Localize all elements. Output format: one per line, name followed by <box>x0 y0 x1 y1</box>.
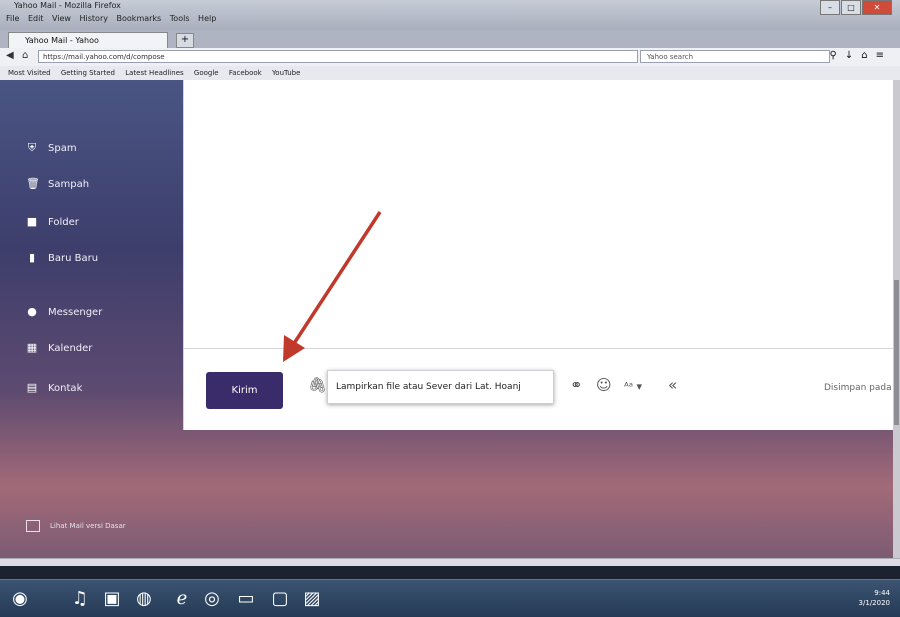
sidebar-item-baru[interactable]: ▮ Baru Baru <box>26 252 98 264</box>
url-bar[interactable]: https://mail.yahoo.com/d/compose <box>38 50 638 63</box>
sidebar-item-label: Sampah <box>48 178 90 190</box>
back-icon[interactable]: ◀ <box>6 50 14 61</box>
link-icon[interactable]: ⚭ <box>570 376 583 394</box>
sidebar-item-label: Baru Baru <box>48 252 99 264</box>
trash-icon: 🗑 <box>26 177 40 190</box>
book-icon: ▮ <box>28 251 36 264</box>
basic-mail-label: Lihat Mail versi Dasar <box>50 522 126 530</box>
bookmarks-bar: Most Visited Getting Started Latest Head… <box>0 66 900 80</box>
shield-icon: ⛨ <box>27 141 37 154</box>
firefox-app-icon[interactable]: ◍ <box>130 586 158 612</box>
contacts-icon: ▤ <box>26 381 38 394</box>
navigation-bar: ◀ ⌂ https://mail.yahoo.com/d/compose Yah… <box>0 48 900 67</box>
download-icon[interactable]: ↓ <box>845 50 861 61</box>
status-strip <box>0 566 900 579</box>
sidebar-item-label: Folder <box>48 216 79 228</box>
sidebar-item-kalender[interactable]: ▦ Kalender <box>26 341 93 354</box>
clock-time: 9:44 <box>874 589 890 597</box>
menu-icon[interactable]: ≡ <box>876 50 892 61</box>
home-icon[interactable]: ⌂ <box>22 50 28 61</box>
clock-date: 3/1/2020 <box>858 599 890 607</box>
bookmark-item[interactable]: Google <box>194 69 219 77</box>
menu-edit[interactable]: Edit <box>28 14 44 23</box>
chrome-app-icon[interactable]: ◎ <box>198 586 226 612</box>
folder-app-icon[interactable]: ▭ <box>232 586 260 612</box>
window-titlebar: Yahoo Mail - Mozilla Firefox File Edit V… <box>0 0 900 30</box>
bookmark-item[interactable]: Facebook <box>229 69 262 77</box>
send-button[interactable]: Kirim <box>206 372 283 409</box>
folder-icon: ■ <box>26 215 38 228</box>
attach-tooltip: Lampirkan file atau Sever dari Lat. Hoan… <box>327 370 554 404</box>
sidebar-item-spam[interactable]: ⛨ Spam <box>26 142 77 154</box>
paperclip-icon[interactable]: 🖇 <box>308 376 327 394</box>
calendar-icon: ▦ <box>26 341 38 354</box>
windows-taskbar: ◉ ♫ ▣ ◍ ℯ ◎ ▭ ▢ ▨ 9:44 3/1/2020 <box>0 579 900 617</box>
collapse-icon[interactable]: « <box>668 376 677 394</box>
tab-yahoo-mail[interactable]: Yahoo Mail - Yahoo <box>8 32 168 48</box>
sidebar-item-kontak[interactable]: ▤ Kontak <box>26 381 83 394</box>
new-tab-button[interactable]: + <box>176 33 194 48</box>
tab-bar: Yahoo Mail - Yahoo + <box>0 30 900 48</box>
saved-status: Disimpan pada 0 <box>824 383 900 393</box>
toolbar-icons: ⚲↓⌂≡ <box>830 50 892 61</box>
sidebar-item-sampah[interactable]: 🗑 Sampah <box>26 178 89 190</box>
explorer-app-icon[interactable]: ▣ <box>98 586 126 612</box>
menu-view[interactable]: View <box>52 14 71 23</box>
search-icon[interactable]: ⚲ <box>830 50 845 61</box>
home-toolbar-icon[interactable]: ⌂ <box>861 50 875 61</box>
mail-sidebar: ⛨ Spam 🗑 Sampah ■ Folder ▮ Baru Baru ● M… <box>0 80 183 558</box>
media-app-icon[interactable]: ♫ <box>66 586 94 612</box>
sidebar-item-label: Kontak <box>48 382 83 394</box>
close-button[interactable]: ✕ <box>862 0 892 15</box>
basic-mail-link[interactable]: Lihat Mail versi Dasar <box>26 520 126 532</box>
window-title: Yahoo Mail - Mozilla Firefox <box>14 1 121 10</box>
sidebar-item-messenger[interactable]: ● Messenger <box>26 306 102 318</box>
search-input[interactable]: Yahoo search <box>640 50 830 63</box>
sidebar-item-folder[interactable]: ■ Folder <box>26 216 79 228</box>
compose-panel: Kirim 🖇 Lampirkan file atau Sever dari L… <box>183 80 900 430</box>
mail-page: ⛨ Spam 🗑 Sampah ■ Folder ▮ Baru Baru ● M… <box>0 80 900 558</box>
format-icon[interactable]: ᴬᵃ ▾ <box>624 380 642 393</box>
scrollbar-thumb[interactable] <box>894 280 899 425</box>
paint-app-icon[interactable]: ▨ <box>298 586 326 612</box>
system-tray-clock[interactable]: 9:44 3/1/2020 <box>859 588 890 608</box>
bookmark-item[interactable]: Getting Started <box>61 69 115 77</box>
monitor-icon <box>26 520 40 532</box>
sidebar-item-label: Messenger <box>48 306 103 318</box>
bookmark-item[interactable]: Latest Headlines <box>125 69 183 77</box>
menu-history[interactable]: History <box>80 14 108 23</box>
page-scrollbar[interactable] <box>893 80 900 558</box>
bookmark-item[interactable]: Most Visited <box>8 69 51 77</box>
start-button-icon[interactable]: ◉ <box>6 586 34 612</box>
window-app-icon[interactable]: ▢ <box>266 586 294 612</box>
menu-bar: File Edit View History Bookmarks Tools H… <box>0 14 216 28</box>
bookmark-item[interactable]: YouTube <box>272 69 300 77</box>
minimize-button[interactable]: – <box>820 0 840 15</box>
chat-icon: ● <box>27 305 37 318</box>
ie-app-icon[interactable]: ℯ <box>168 586 196 612</box>
menu-bookmarks[interactable]: Bookmarks <box>117 14 162 23</box>
sidebar-item-label: Spam <box>48 142 77 154</box>
menu-help[interactable]: Help <box>198 14 216 23</box>
emoji-icon[interactable]: ☺ <box>596 376 612 394</box>
sidebar-item-label: Kalender <box>48 342 93 354</box>
menu-tools[interactable]: Tools <box>170 14 190 23</box>
window-controls: – □ ✕ <box>819 0 892 15</box>
compose-divider <box>184 348 900 349</box>
maximize-button[interactable]: □ <box>841 0 861 15</box>
menu-file[interactable]: File <box>6 14 19 23</box>
